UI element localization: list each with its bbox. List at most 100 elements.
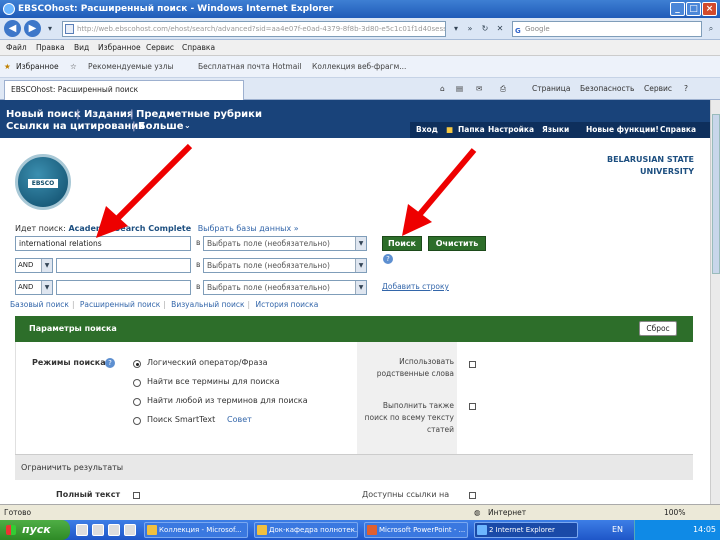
ebsco-header: Новый поиск | Издания | Предметные рубри…: [0, 100, 710, 138]
nav-subjects[interactable]: Предметные рубрики: [136, 109, 262, 120]
search-term-input-1[interactable]: international relations: [15, 236, 191, 251]
related-words-checkbox[interactable]: [469, 361, 476, 368]
page-scrollbar[interactable]: [710, 100, 720, 504]
tab-title: EBSCOhost: Расширенный поиск: [11, 85, 139, 94]
field-select-2[interactable]: Выбрать поле (необязательно) ▼: [203, 258, 367, 273]
mail-icon[interactable]: ✉: [476, 84, 482, 93]
field-select-1[interactable]: Выбрать поле (необязательно) ▼: [203, 236, 367, 251]
clear-button[interactable]: Очистить: [428, 236, 486, 251]
toolbar-folder[interactable]: Папка: [458, 125, 485, 134]
smarttext-hint-link[interactable]: Совет: [227, 415, 252, 424]
mode-boolean-radio[interactable]: [133, 360, 141, 368]
search-history-link[interactable]: История поиска: [255, 300, 318, 309]
taskbar-button[interactable]: Коллекция - Microsof...: [144, 522, 248, 538]
also-search-fulltext-checkbox[interactable]: [469, 403, 476, 410]
boolean-value: AND: [18, 283, 34, 291]
in-label: в: [196, 260, 201, 269]
favorite-item[interactable]: Рекомендуемые узлы: [88, 62, 173, 71]
quicklaunch-icon[interactable]: [76, 524, 88, 536]
tools-menu[interactable]: Сервис: [644, 84, 672, 93]
nav-cited-refs[interactable]: Ссылки на цитирования: [6, 121, 145, 132]
quicklaunch-icon[interactable]: [108, 524, 120, 536]
refresh-icon[interactable]: ↻: [479, 23, 491, 35]
toolbar-help[interactable]: Справка: [660, 125, 696, 134]
menu-tools[interactable]: Сервис: [146, 43, 174, 52]
nav-new-search[interactable]: Новый поиск: [6, 109, 81, 120]
toolbar-new-features[interactable]: Новые функции!: [586, 125, 659, 134]
mode-any-terms-radio[interactable]: [133, 398, 141, 406]
taskbar-button[interactable]: Microsoft PowerPoint - ...: [364, 522, 468, 538]
compat-icon[interactable]: »: [464, 23, 476, 35]
chevron-down-icon: ▼: [355, 259, 366, 272]
add-row-link[interactable]: Добавить строку: [382, 282, 449, 291]
in-label: в: [196, 238, 201, 247]
basic-search-link[interactable]: Базовый поиск: [10, 300, 69, 309]
maximize-button[interactable]: □: [686, 2, 701, 16]
taskbar-label: 2 Internet Explorer: [489, 526, 555, 534]
forward-icon[interactable]: ▶: [24, 20, 41, 37]
start-button[interactable]: пуск: [0, 520, 70, 540]
boolean-select-2[interactable]: AND ▼: [15, 258, 53, 273]
toolbar-signin[interactable]: Вход: [416, 125, 438, 134]
zoom-level[interactable]: 100%: [664, 508, 685, 517]
close-button[interactable]: ×: [702, 2, 717, 16]
help-icon[interactable]: ?: [684, 84, 688, 93]
search-go-icon[interactable]: ⌕: [705, 23, 717, 35]
minimize-button[interactable]: _: [670, 2, 685, 16]
nav-publications[interactable]: Издания: [84, 109, 133, 120]
menu-view[interactable]: Вид: [74, 43, 89, 52]
home-icon[interactable]: ⌂: [440, 84, 445, 93]
menu-file[interactable]: Файл: [6, 43, 27, 52]
browser-tab[interactable]: EBSCOhost: Расширенный поиск: [4, 80, 244, 100]
field-select-3[interactable]: Выбрать поле (необязательно) ▼: [203, 280, 367, 295]
choose-databases-link[interactable]: Выбрать базы данных »: [198, 224, 299, 233]
menu-favorites[interactable]: Избранное: [98, 43, 141, 52]
help-icon[interactable]: ?: [105, 358, 115, 368]
address-bar[interactable]: http://web.ebscohost.com/ehost/search/ad…: [62, 21, 446, 37]
taskbar: пуск Коллекция - Microsof... Док-кафедра…: [0, 520, 720, 540]
ebsco-logo: EBSCO: [15, 154, 71, 210]
safety-menu[interactable]: Безопасность: [580, 84, 634, 93]
also-search-line: Выполнить также: [382, 401, 454, 410]
also-search-line: поиск по всему тексту: [364, 413, 454, 422]
search-options-body: [15, 342, 693, 454]
mode-all-terms-radio[interactable]: [133, 379, 141, 387]
favorite-item[interactable]: Бесплатная почта Hotmail: [198, 62, 301, 71]
search-input[interactable]: G Google: [512, 21, 702, 37]
refs-available-checkbox[interactable]: [469, 492, 476, 499]
toolbar-preferences[interactable]: Настройка: [488, 125, 534, 134]
menu-edit[interactable]: Правка: [36, 43, 65, 52]
scrollbar-thumb[interactable]: [712, 114, 720, 274]
search-button[interactable]: Поиск: [382, 236, 422, 251]
nav-more[interactable]: Больше: [138, 121, 184, 132]
ie-icon: [3, 3, 15, 15]
add-favorite-icon[interactable]: ☆: [70, 62, 77, 71]
back-icon[interactable]: ◀: [4, 20, 21, 37]
menu-help[interactable]: Справка: [182, 43, 215, 52]
search-term-input-3[interactable]: [56, 280, 191, 295]
advanced-search-link[interactable]: Расширенный поиск: [80, 300, 160, 309]
favorite-item[interactable]: Коллекция веб-фрагм...: [312, 62, 406, 71]
page-menu[interactable]: Страница: [532, 84, 570, 93]
quicklaunch-icon[interactable]: [92, 524, 104, 536]
print-icon[interactable]: ⎙: [500, 84, 506, 94]
address-dropdown-icon[interactable]: ▾: [450, 23, 462, 35]
language-indicator[interactable]: EN: [612, 525, 623, 534]
taskbar-button[interactable]: Док-кафедра полнотек...: [254, 522, 358, 538]
feeds-icon[interactable]: ▤: [456, 84, 463, 93]
favorites-label[interactable]: Избранное: [16, 62, 59, 71]
visual-search-link[interactable]: Визуальный поиск: [171, 300, 244, 309]
favorites-star-icon[interactable]: ★: [4, 62, 11, 71]
ie-icon: [477, 525, 487, 535]
mode-smarttext-radio[interactable]: [133, 417, 141, 425]
stop-icon[interactable]: ✕: [494, 23, 506, 35]
help-icon[interactable]: ?: [383, 254, 393, 264]
dropdown-icon[interactable]: ▾: [44, 23, 56, 35]
reset-button[interactable]: Сброс: [639, 321, 677, 336]
quicklaunch-icon[interactable]: [124, 524, 136, 536]
boolean-select-3[interactable]: AND ▼: [15, 280, 53, 295]
fulltext-checkbox[interactable]: [133, 492, 140, 499]
toolbar-languages[interactable]: Языки: [542, 125, 569, 134]
taskbar-button[interactable]: 2 Internet Explorer: [474, 522, 578, 538]
search-term-input-2[interactable]: [56, 258, 191, 273]
